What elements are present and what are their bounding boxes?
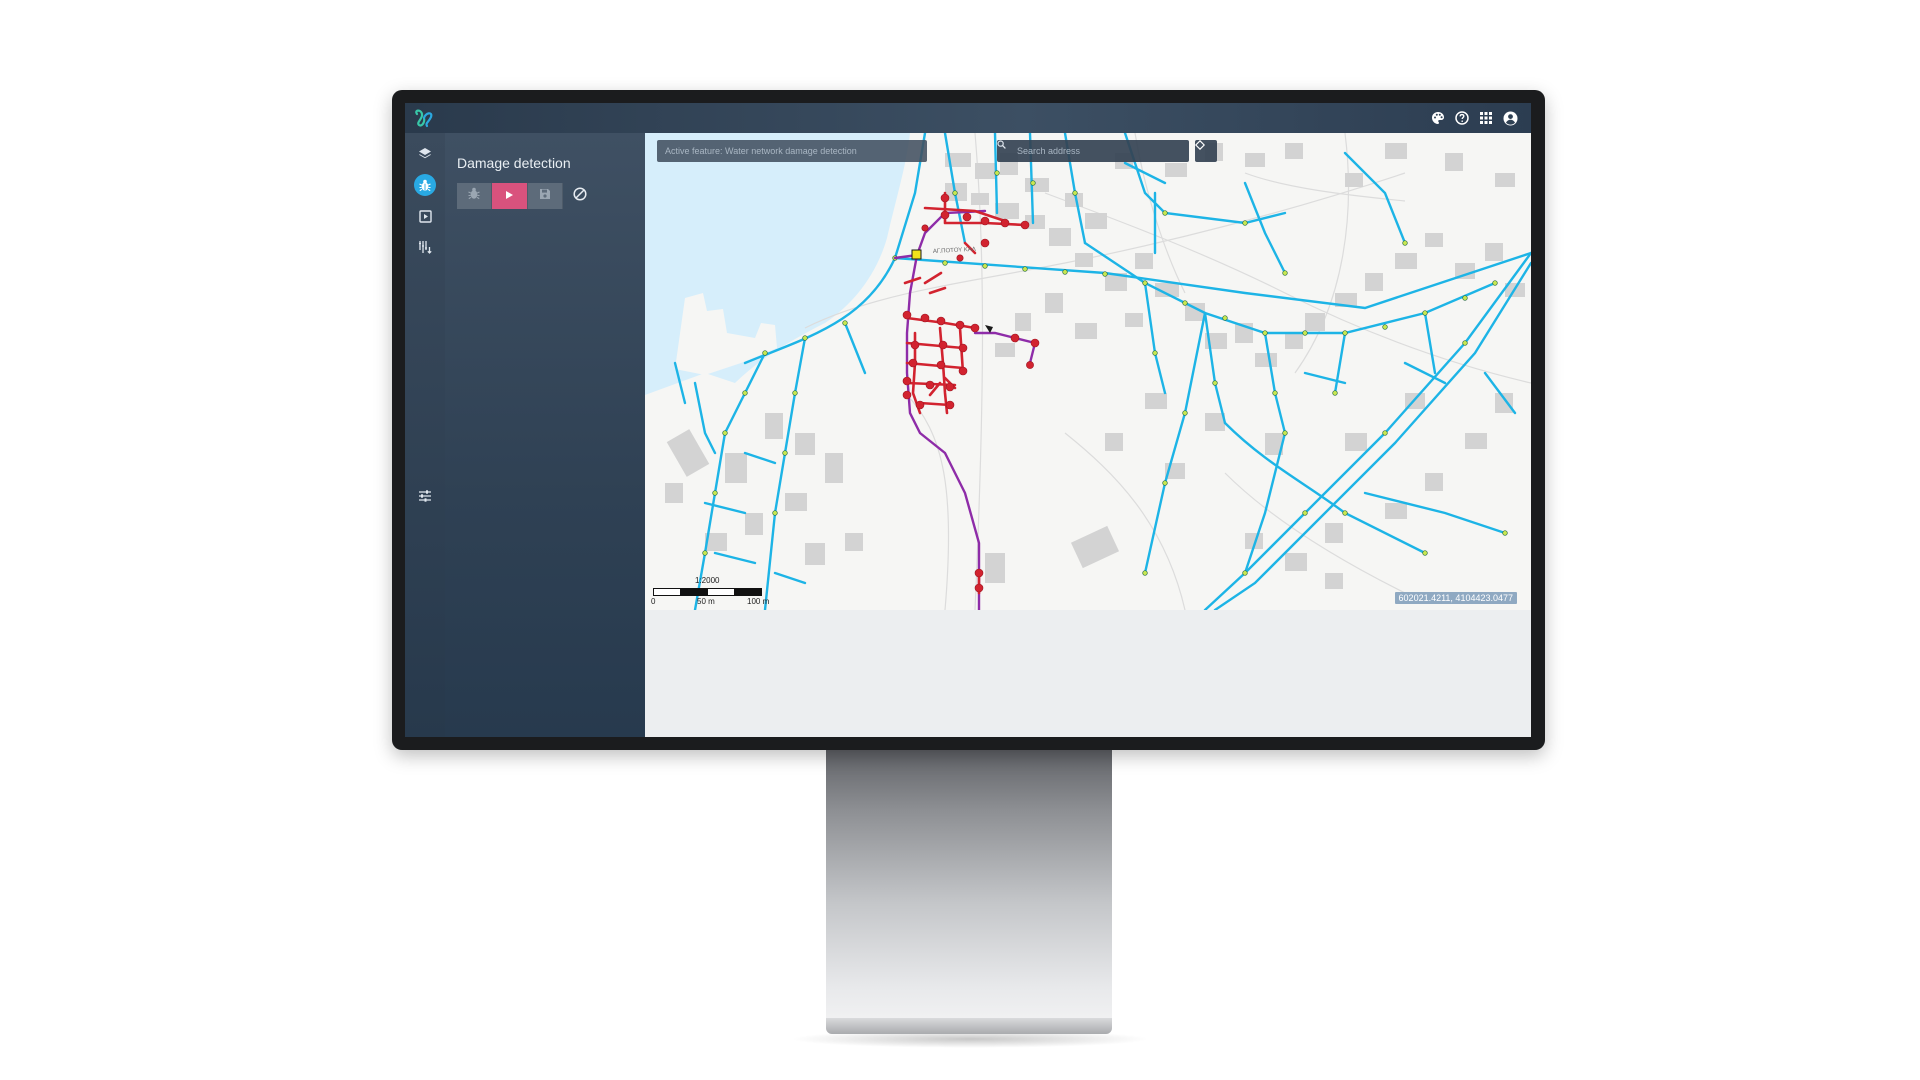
flow-arrow — [985, 325, 993, 333]
cancel-icon — [573, 186, 587, 206]
monitor-stand-foot — [826, 1018, 1112, 1034]
play-icon — [504, 187, 514, 205]
run-button[interactable] — [492, 183, 528, 209]
top-bar — [405, 103, 1531, 133]
scale-segment — [680, 588, 708, 596]
search-icon — [997, 140, 1017, 162]
panel-title: Damage detection — [457, 155, 571, 171]
scale-label: 50 m — [697, 597, 715, 606]
tune-icon[interactable] — [414, 485, 436, 507]
help-icon[interactable] — [1453, 109, 1471, 127]
damage-nodes — [902, 193, 1040, 593]
results-area — [645, 610, 1531, 737]
account-icon[interactable] — [1501, 109, 1519, 127]
detect-button[interactable] — [457, 183, 493, 209]
layers-icon[interactable] — [414, 143, 436, 165]
locate-button[interactable] — [1195, 140, 1217, 162]
coordinates-readout: 602021.4211, 4104423.0477 — [1394, 592, 1517, 604]
app-logo-icon[interactable] — [413, 108, 435, 128]
play-box-icon[interactable] — [414, 205, 436, 227]
scale-ratio: 1:2000 — [695, 576, 720, 585]
bug-icon[interactable] — [414, 174, 436, 196]
search-address-input[interactable] — [1017, 141, 1189, 161]
cancel-button[interactable] — [563, 183, 597, 209]
app-screen: Damage detection ΑΓ.ΠΟΤΟΥ ΚΑΛ Active fea… — [405, 103, 1531, 737]
street-label: ΑΓ.ΠΟΤΟΥ ΚΑΛ — [933, 247, 976, 255]
side-panel: Damage detection — [445, 133, 645, 737]
scale-label: 0 — [651, 597, 656, 606]
source-valve-marker — [911, 249, 922, 260]
scale-label: 100 m — [747, 597, 770, 606]
map-canvas[interactable]: ΑΓ.ΠΟΤΟΥ ΚΑΛ — [645, 133, 1531, 610]
left-rail — [405, 133, 445, 737]
monitor-stand — [826, 748, 1112, 1030]
scale-segment — [653, 588, 681, 596]
damage-route — [893, 209, 1037, 610]
palette-icon[interactable] — [1429, 109, 1447, 127]
scale-bar: 1:2000 0 50 m 100 m — [649, 576, 789, 610]
scale-segment — [707, 588, 735, 596]
damage-toolbar — [457, 183, 597, 209]
save-button[interactable] — [527, 183, 563, 209]
active-feature-label: Active feature: Water network damage det… — [657, 140, 927, 162]
map-view[interactable]: ΑΓ.ΠΟΤΟΥ ΚΑΛ Active feature: Water netwo… — [645, 133, 1531, 610]
scale-segment — [734, 588, 762, 596]
search-box[interactable] — [997, 140, 1189, 162]
apps-grid-icon[interactable] — [1477, 109, 1495, 127]
save-icon — [539, 187, 551, 205]
bug-icon — [468, 187, 480, 205]
filter-sort-icon[interactable] — [414, 236, 436, 258]
